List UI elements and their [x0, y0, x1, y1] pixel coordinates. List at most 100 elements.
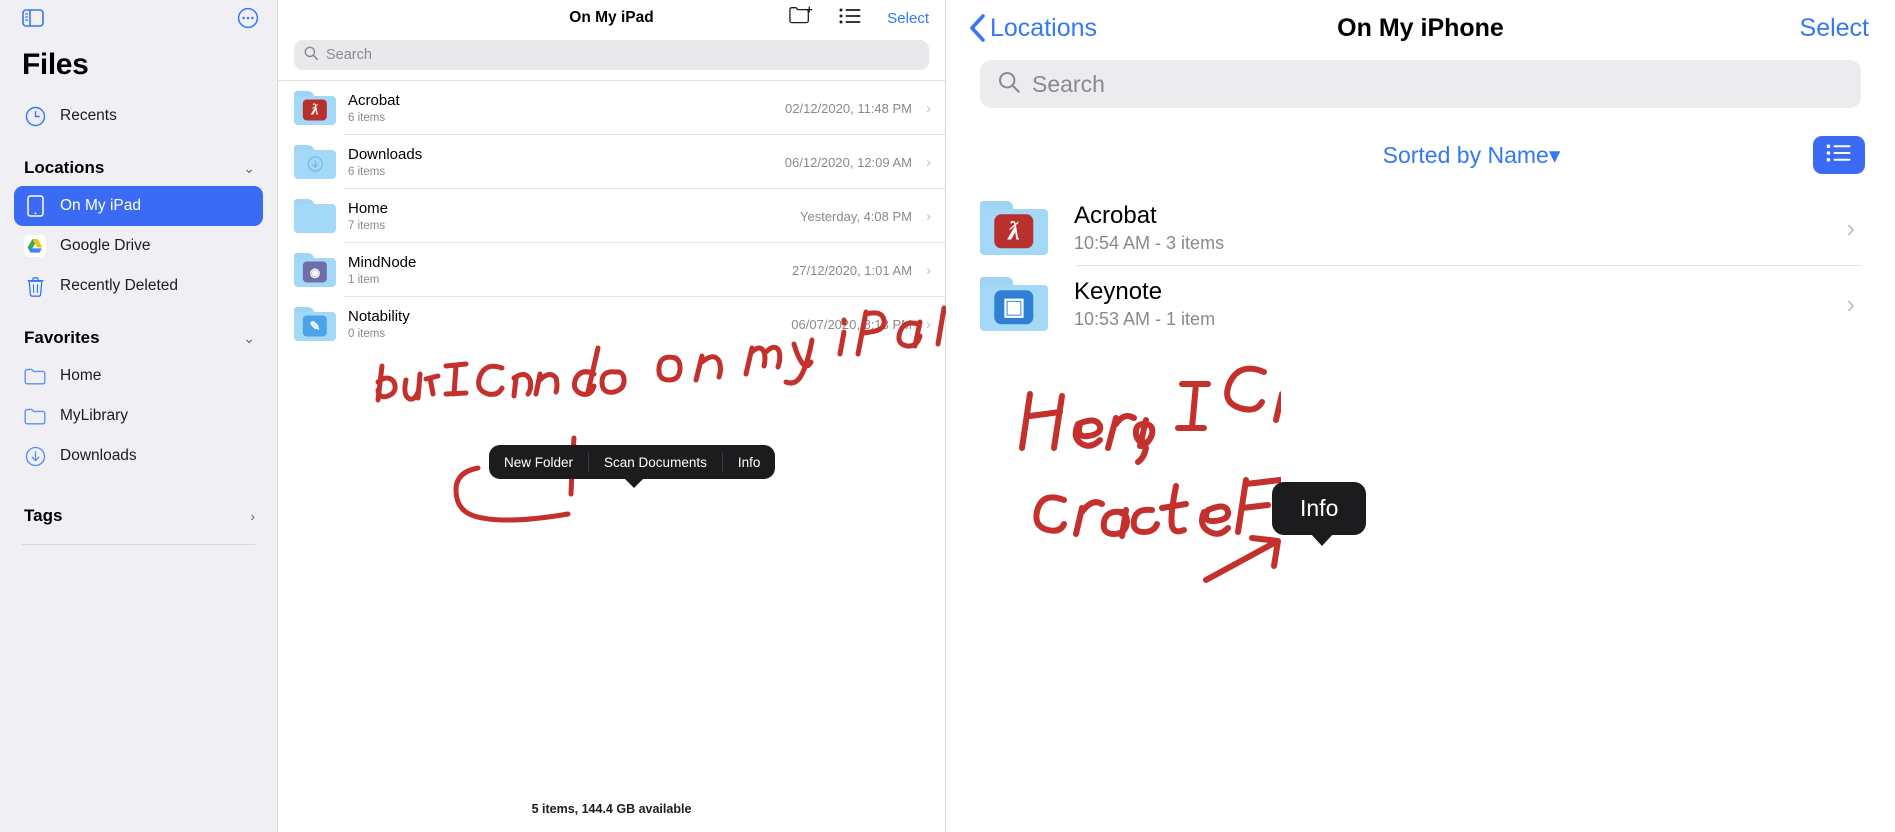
file-name: MindNode	[348, 253, 417, 271]
sidebar-section-tags[interactable]: Tags ›	[0, 476, 277, 534]
folder-icon	[24, 365, 46, 387]
menu-item-scan-documents[interactable]: Scan Documents	[589, 445, 722, 479]
files-app-screen: Files Recents Locations ⌄ On My iPad Goo…	[0, 0, 1895, 832]
select-button[interactable]: Select	[1800, 14, 1869, 43]
table-row[interactable]: ✎ Notability 0 items 06/07/2020, 8:13 PM…	[278, 297, 945, 351]
chevron-down-icon[interactable]: ⌄	[243, 330, 255, 347]
view-toggle-button[interactable]	[1813, 136, 1865, 174]
chevron-right-icon[interactable]: ›	[926, 316, 931, 333]
list-item[interactable]: ƛ Acrobat 10:54 AM - 3 items ›	[980, 190, 1861, 266]
middle-search-wrap: Search	[278, 36, 945, 80]
info-popup[interactable]: Info	[1272, 482, 1367, 546]
section-title: Locations	[24, 158, 105, 177]
sidebar-item-label: Home	[60, 367, 102, 384]
sidebar-item-google-drive[interactable]: Google Drive	[14, 226, 263, 266]
sidebar-item-downloads[interactable]: Downloads	[14, 436, 263, 476]
file-subtitle: 6 items	[348, 112, 386, 125]
folder-icon	[24, 405, 46, 427]
app-title: Files	[22, 48, 89, 81]
page-title: On My iPhone	[1337, 13, 1504, 42]
section-title: Tags	[24, 506, 63, 525]
menu-item-info[interactable]: Info	[723, 445, 776, 479]
sidebar-item-label: Recents	[60, 107, 117, 124]
iphone-navbar: Locations On My iPhone Select	[946, 0, 1895, 56]
section-title: Favorites	[24, 328, 100, 347]
file-name: Keynote	[1074, 278, 1163, 305]
page-title: On My iPad	[569, 9, 654, 26]
chevron-right-icon[interactable]: ›	[1846, 289, 1855, 320]
file-name: Acrobat	[348, 91, 400, 109]
file-date: 02/12/2020, 11:48 PM	[785, 100, 912, 116]
file-meta: Notability 0 items	[348, 308, 791, 341]
context-menu: New Folder Scan Documents Info	[489, 445, 776, 488]
chevron-right-icon[interactable]: ›	[250, 508, 255, 524]
clock-icon	[24, 105, 46, 127]
file-meta: Keynote 10:53 AM - 1 item	[1074, 278, 1846, 330]
sidebar-section-locations[interactable]: Locations ⌄	[0, 136, 277, 186]
table-row[interactable]: Home 7 items Yesterday, 4:08 PM ›	[278, 189, 945, 243]
sidebar-item-mylibrary[interactable]: MyLibrary	[14, 396, 263, 436]
menu-item-new-folder[interactable]: New Folder	[489, 445, 588, 479]
sidebar: Files Recents Locations ⌄ On My iPad Goo…	[0, 0, 278, 832]
sidebar-toggle-icon[interactable]	[22, 8, 44, 32]
file-name: Home	[348, 199, 389, 217]
file-date: 06/07/2020, 8:13 PM	[791, 316, 912, 332]
table-row[interactable]: Downloads 6 items 06/12/2020, 12:09 AM ›	[278, 135, 945, 189]
chevron-down-icon[interactable]: ▾	[1549, 142, 1561, 168]
sidebar-item-on-my-ipad[interactable]: On My iPad	[14, 186, 263, 226]
search-input[interactable]: Search	[294, 40, 929, 70]
sidebar-item-home[interactable]: Home	[14, 356, 263, 396]
chevron-down-icon[interactable]: ⌄	[243, 160, 255, 177]
table-row[interactable]: ◉ MindNode 1 item 27/12/2020, 1:01 AM ›	[278, 243, 945, 297]
trash-icon	[24, 275, 46, 297]
iphone-search-wrap: Search	[946, 56, 1895, 108]
sidebar-section-favorites[interactable]: Favorites ⌄	[0, 306, 277, 356]
ellipsis-circle-icon[interactable]	[237, 7, 259, 34]
file-list: ƛ Acrobat 6 items 02/12/2020, 11:48 PM ›	[278, 80, 945, 351]
search-input[interactable]: Search	[980, 60, 1861, 108]
list-view-icon	[1826, 143, 1852, 167]
chevron-right-icon[interactable]: ›	[926, 100, 931, 117]
sidebar-item-label: On My iPad	[60, 197, 141, 214]
file-meta: MindNode 1 item	[348, 254, 792, 287]
on-my-iphone-panel: Locations On My iPhone Select Search Sor…	[946, 0, 1895, 832]
new-folder-icon[interactable]	[789, 6, 813, 30]
chevron-left-icon	[970, 14, 985, 42]
sidebar-item-label: Downloads	[60, 447, 137, 464]
back-label: Locations	[990, 13, 1098, 42]
search-icon	[998, 71, 1020, 98]
file-meta: Acrobat 10:54 AM - 3 items	[1074, 202, 1846, 254]
chevron-right-icon[interactable]: ›	[926, 208, 931, 225]
sidebar-divider	[22, 544, 255, 545]
google-drive-icon	[24, 235, 46, 257]
file-subtitle: 1 item	[348, 274, 380, 287]
download-badge-icon	[303, 153, 327, 174]
info-label: Info	[1300, 495, 1339, 521]
folder-icon: ◉	[294, 253, 336, 287]
chevron-right-icon[interactable]: ›	[1846, 213, 1855, 244]
list-view-icon[interactable]	[839, 8, 861, 29]
sort-button[interactable]: Sorted by Name▾	[980, 142, 1813, 169]
search-placeholder: Search	[1032, 70, 1105, 97]
sidebar-item-label: Google Drive	[60, 237, 151, 254]
iphone-file-list: ƛ Acrobat 10:54 AM - 3 items › ▣ Keynote…	[980, 190, 1861, 342]
sort-bar: Sorted by Name▾	[946, 108, 1895, 190]
file-subtitle: 10:53 AM - 1 item	[1074, 309, 1216, 329]
chevron-right-icon[interactable]: ›	[926, 262, 931, 279]
ipad-icon	[24, 195, 46, 217]
keynote-badge-icon: ▣	[994, 290, 1034, 324]
folder-icon: ✎	[294, 307, 336, 341]
chevron-right-icon[interactable]: ›	[926, 154, 931, 171]
table-row[interactable]: ƛ Acrobat 6 items 02/12/2020, 11:48 PM ›	[278, 81, 945, 135]
sort-label: Sorted by Name	[1382, 141, 1549, 168]
list-item[interactable]: ▣ Keynote 10:53 AM - 1 item ›	[980, 266, 1861, 342]
file-meta: Home 7 items	[348, 200, 800, 233]
sidebar-item-recently-deleted[interactable]: Recently Deleted	[14, 266, 263, 306]
sidebar-item-recents[interactable]: Recents	[14, 96, 263, 136]
select-button[interactable]: Select	[887, 10, 929, 27]
file-name: Notability	[348, 307, 410, 325]
folder-icon: ▣	[980, 277, 1048, 331]
back-button[interactable]: Locations	[968, 13, 1097, 43]
file-subtitle: 0 items	[348, 328, 386, 341]
folder-icon: ƛ	[294, 91, 336, 125]
